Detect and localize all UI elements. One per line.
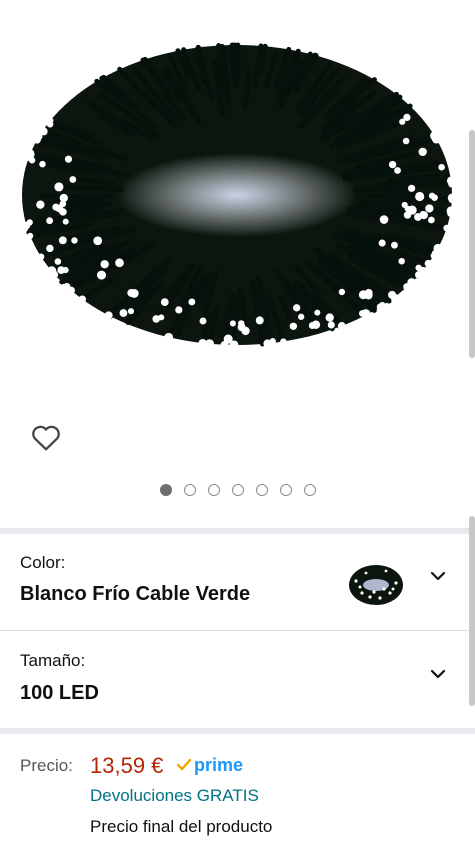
checkmark-icon bbox=[176, 758, 192, 771]
image-carousel-dots[interactable] bbox=[0, 484, 475, 496]
product-image[interactable] bbox=[0, 0, 475, 400]
price-value: 13,59 € bbox=[90, 753, 164, 778]
color-value: Blanco Frío Cable Verde bbox=[20, 583, 251, 605]
chevron-down-icon[interactable] bbox=[429, 567, 447, 585]
carousel-dot[interactable] bbox=[231, 484, 244, 496]
prime-text: prime bbox=[194, 754, 244, 775]
color-selector[interactable]: Color: Blanco Frío Cable Verde bbox=[0, 534, 475, 630]
free-returns-link[interactable]: Devoluciones GRATIS bbox=[90, 786, 259, 806]
carousel-dot[interactable] bbox=[303, 484, 316, 496]
carousel-dot[interactable] bbox=[255, 484, 268, 496]
carousel-dot[interactable] bbox=[207, 484, 220, 496]
color-label: Color: bbox=[20, 553, 66, 572]
chevron-down-icon[interactable] bbox=[429, 665, 447, 683]
size-value: 100 LED bbox=[20, 682, 99, 704]
wishlist-heart-icon[interactable] bbox=[30, 422, 62, 454]
section-divider bbox=[0, 728, 475, 734]
prime-badge: prime bbox=[176, 752, 243, 778]
image-scrollbar[interactable] bbox=[469, 130, 475, 358]
final-price-note: Precio final del producto bbox=[90, 817, 273, 836]
size-label: Tamaño: bbox=[20, 651, 86, 670]
carousel-dot[interactable] bbox=[159, 484, 172, 496]
carousel-dot[interactable] bbox=[279, 484, 292, 496]
size-selector[interactable]: Tamaño: 100 LED bbox=[0, 631, 475, 727]
carousel-dot[interactable] bbox=[183, 484, 196, 496]
color-thumbnail[interactable] bbox=[346, 559, 406, 611]
page-scrollbar[interactable] bbox=[469, 516, 475, 706]
price-label: Precio: bbox=[20, 756, 73, 775]
